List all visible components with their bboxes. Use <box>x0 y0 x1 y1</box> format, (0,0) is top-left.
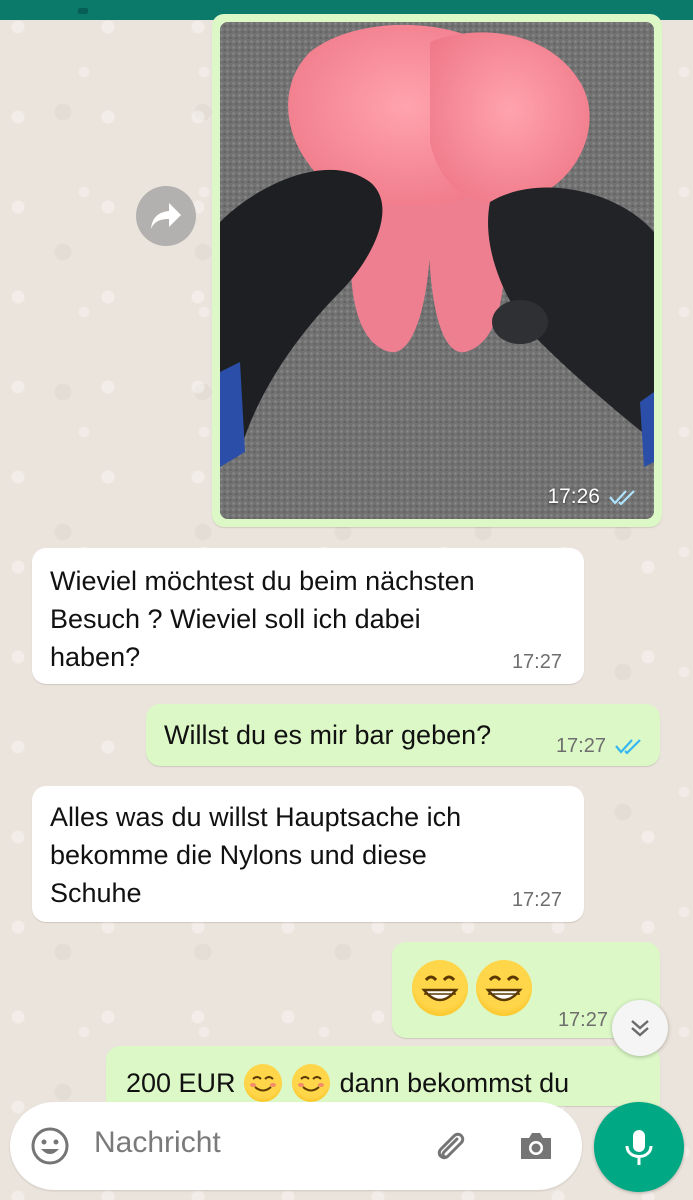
scroll-to-bottom-button[interactable] <box>612 1000 668 1056</box>
photo[interactable] <box>220 22 654 519</box>
forward-icon <box>151 203 181 229</box>
message-meta: 17:27 <box>512 652 562 672</box>
camera-icon <box>521 1133 551 1159</box>
grinning-face-emoji <box>412 960 468 1016</box>
message-text: Willst du es mir bar geben? <box>164 720 492 750</box>
smiling-face-emoji <box>243 1064 282 1102</box>
attach-button[interactable] <box>430 1126 470 1171</box>
forward-button[interactable] <box>136 186 196 246</box>
message-timestamp: 17:27 <box>557 1009 608 1031</box>
double-chevron-down-icon <box>631 1020 649 1037</box>
double-check-icon <box>609 490 635 506</box>
emoji-icon <box>31 1127 69 1165</box>
emoji-row <box>412 960 536 1016</box>
image-meta: 17:26 <box>547 485 638 509</box>
message-text: 200 EUR <box>126 1068 236 1098</box>
image-message[interactable]: 17:26 <box>212 14 662 527</box>
message-incoming[interactable]: Wieviel möchtest du beim nächsten Besuch… <box>32 548 584 684</box>
voice-record-button[interactable] <box>594 1102 684 1192</box>
camera-button[interactable] <box>516 1126 556 1171</box>
message-timestamp: 17:27 <box>555 735 606 757</box>
message-timestamp: 17:27 <box>511 889 562 911</box>
message-text: Alles was du willst Hauptsache ich bekom… <box>50 802 462 908</box>
message-timestamp: 17:27 <box>511 651 562 673</box>
message-input[interactable]: Nachricht <box>94 1126 221 1160</box>
message-incoming[interactable]: Alles was du willst Hauptsache ich bekom… <box>32 786 584 922</box>
message-text: dann bekommst du <box>339 1068 570 1098</box>
image-timestamp: 17:26 <box>547 485 600 508</box>
double-check-icon <box>615 739 641 755</box>
message-outgoing[interactable]: Willst du es mir bar geben? 17:27 <box>146 704 660 766</box>
grinning-face-emoji <box>476 960 532 1016</box>
message-composer[interactable]: Nachricht <box>10 1102 582 1190</box>
message-meta: 17:27 <box>556 736 644 756</box>
photo-content <box>220 22 654 519</box>
mic-icon <box>625 1130 653 1165</box>
message-meta: 17:27 <box>558 1010 608 1030</box>
emoji-button[interactable] <box>30 1126 70 1171</box>
message-outgoing[interactable]: 200 EUR dann bekommst du <box>106 1046 660 1106</box>
header-back-fragment[interactable] <box>78 8 88 14</box>
attach-icon <box>437 1132 465 1160</box>
message-text: Wieviel möchtest du beim nächsten Besuch… <box>50 566 475 672</box>
smiling-face-emoji <box>291 1064 330 1102</box>
message-text-row: 200 EUR dann bekommst du <box>126 1064 569 1102</box>
message-meta: 17:27 <box>512 890 562 910</box>
